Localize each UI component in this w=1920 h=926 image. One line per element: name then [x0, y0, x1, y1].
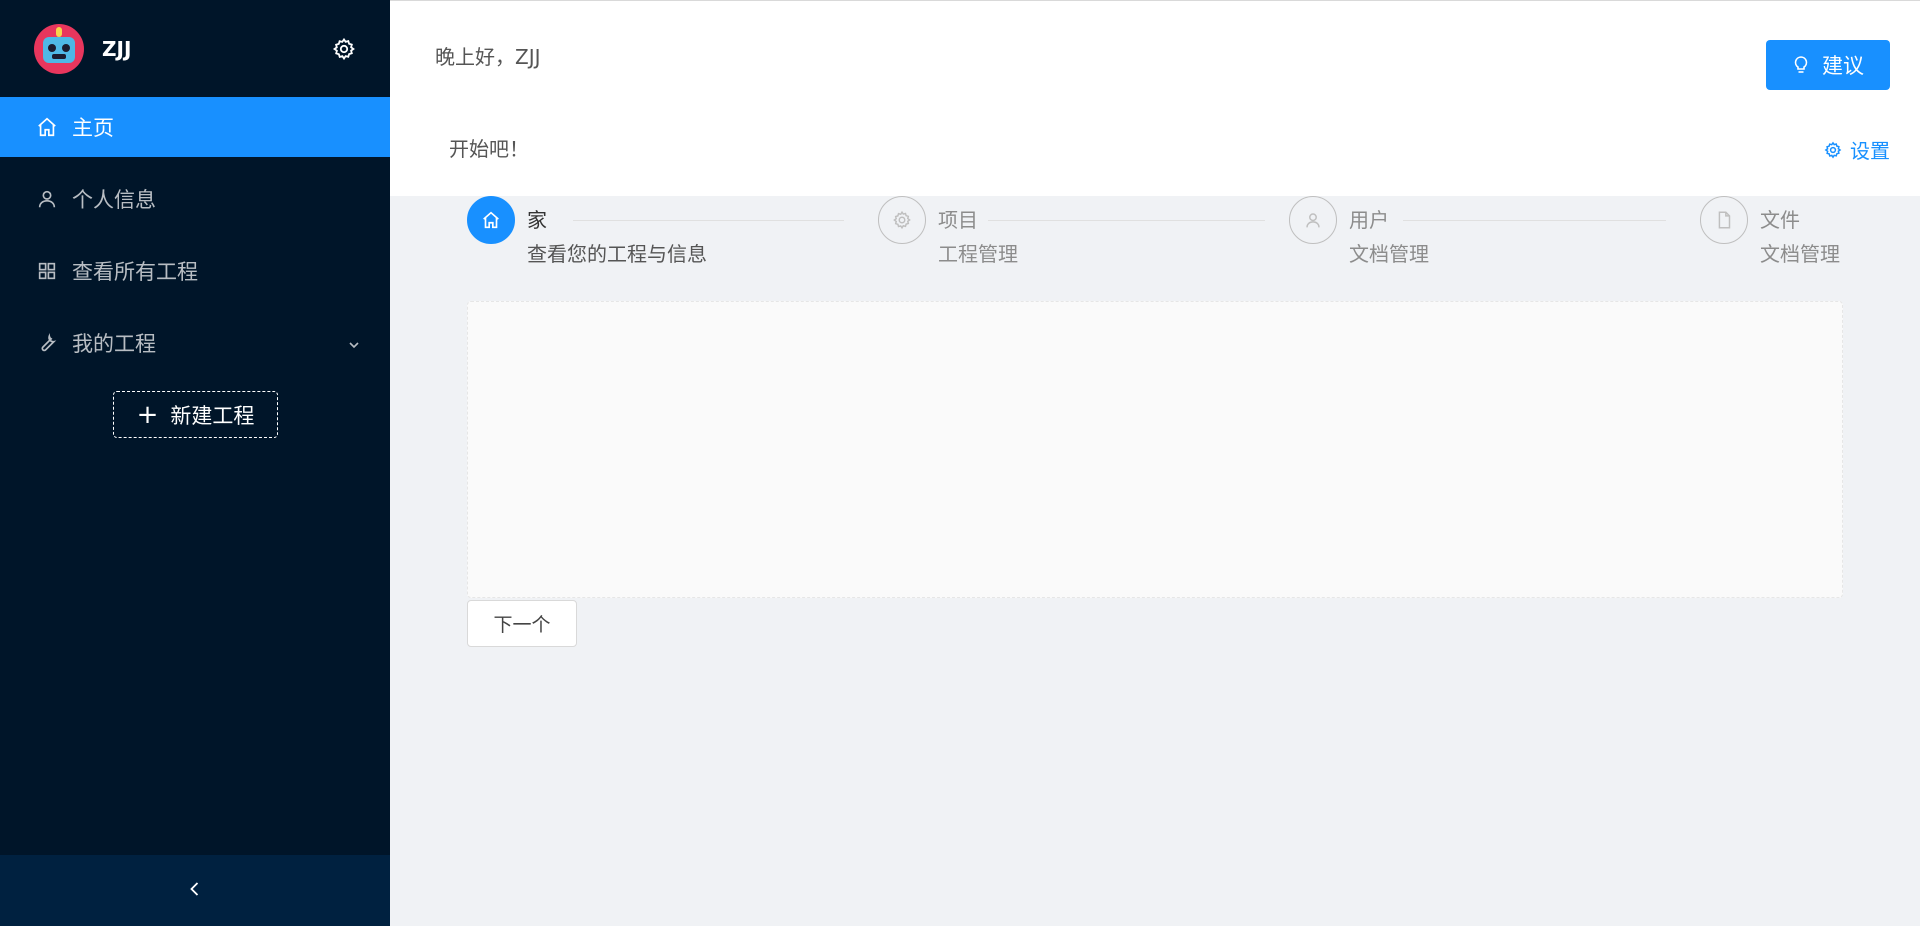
plus-icon: +	[136, 399, 159, 430]
step-title: 家	[527, 208, 547, 232]
grid-icon	[36, 260, 58, 282]
sidebar: ZJJ 主页 个人信息 查看所有工程 我的工程 + 新建工程	[0, 0, 390, 926]
next-button[interactable]: 下一个	[467, 600, 577, 647]
step-connector	[988, 220, 1265, 221]
step-file[interactable]: 文件 文档管理	[1700, 196, 1840, 267]
step-connector	[1403, 220, 1666, 221]
suggest-label: 建议	[1822, 54, 1864, 78]
sidebar-menu: 主页 个人信息 查看所有工程 我的工程	[0, 97, 390, 373]
sidebar-item-all-projects[interactable]: 查看所有工程	[0, 241, 390, 301]
chevron-down-icon[interactable]	[346, 334, 362, 350]
start-text: 开始吧！	[449, 137, 529, 161]
sidebar-item-home[interactable]: 主页	[0, 97, 390, 157]
gear-icon	[878, 196, 926, 244]
step-title: 项目	[938, 208, 978, 232]
sidebar-header: ZJJ	[0, 0, 390, 97]
settings-label: 设置	[1850, 139, 1890, 163]
wrench-icon	[36, 332, 58, 354]
home-icon	[467, 196, 515, 244]
step-user[interactable]: 用户 文档管理	[1289, 196, 1429, 267]
chevron-left-icon	[185, 879, 205, 903]
gear-icon[interactable]	[332, 37, 356, 61]
user-icon	[36, 188, 58, 210]
sidebar-item-label: 我的工程	[72, 332, 156, 356]
step-title: 文件	[1760, 208, 1800, 232]
sidebar-item-label: 个人信息	[72, 188, 156, 212]
step-content-area	[467, 301, 1843, 598]
settings-link[interactable]: 设置	[1824, 135, 1890, 164]
new-project-button[interactable]: + 新建工程	[113, 391, 278, 438]
sidebar-item-label: 查看所有工程	[72, 260, 198, 284]
gear-icon	[1824, 141, 1842, 158]
sidebar-item-label: 主页	[72, 116, 114, 140]
step-home[interactable]: 家 查看您的工程与信息	[467, 196, 707, 267]
bulb-icon	[1792, 55, 1810, 75]
collapse-sidebar-button[interactable]	[0, 855, 390, 926]
step-project[interactable]: 项目 工程管理	[878, 196, 1018, 267]
step-description: 查看您的工程与信息	[527, 242, 707, 266]
step-title: 用户	[1349, 208, 1389, 232]
step-description: 文档管理	[1760, 242, 1840, 266]
suggest-button[interactable]: 建议	[1766, 40, 1890, 90]
sidebar-item-my-projects[interactable]: 我的工程	[0, 313, 390, 373]
avatar[interactable]	[34, 23, 84, 74]
new-project-label: 新建工程	[170, 403, 255, 428]
file-icon	[1700, 196, 1748, 244]
sidebar-item-profile[interactable]: 个人信息	[0, 169, 390, 229]
user-icon	[1289, 196, 1337, 244]
step-description: 文档管理	[1349, 242, 1429, 266]
user-name: ZJJ	[102, 36, 132, 61]
step-description: 工程管理	[938, 242, 1018, 266]
main-content: 晚上好，ZJJ 建议 开始吧！ 设置 家 查看您的工程与信息 项目 工程管理 用…	[390, 0, 1920, 926]
page-header: 晚上好，ZJJ 建议 开始吧！ 设置	[390, 0, 1920, 196]
home-icon	[36, 116, 58, 138]
steps: 家 查看您的工程与信息 项目 工程管理 用户 文档管理 文件 文档管理	[467, 196, 1853, 286]
greeting-text: 晚上好，ZJJ	[435, 45, 541, 69]
